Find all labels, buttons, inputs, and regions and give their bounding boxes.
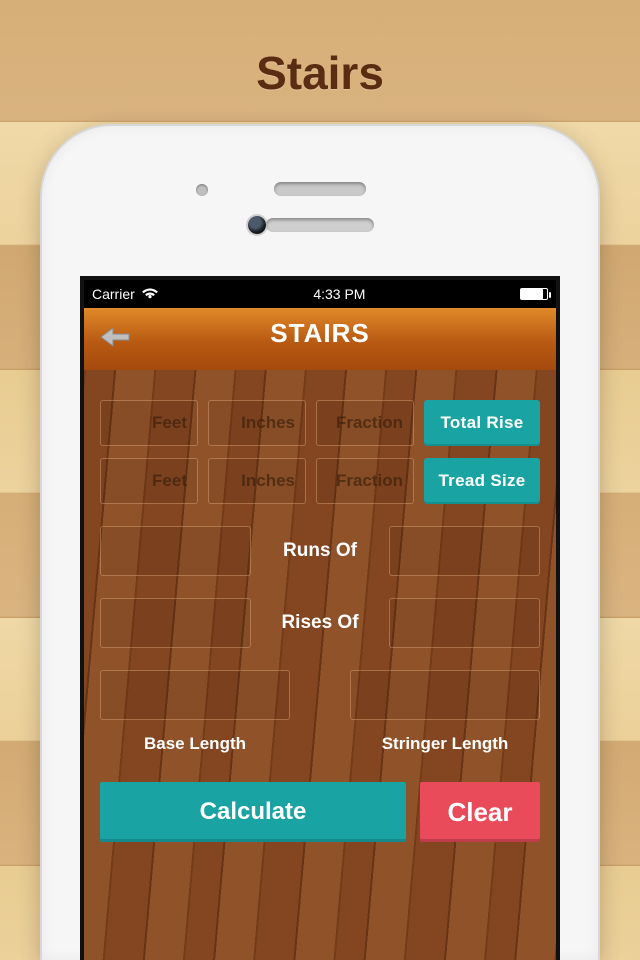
- phone-earpiece: [266, 218, 374, 232]
- content-area: Feet Inches Fraction Total Rise Feet Inc…: [84, 370, 556, 960]
- action-row: Calculate Clear: [100, 782, 540, 842]
- phone-camera: [248, 216, 266, 234]
- battery-icon: [520, 288, 548, 300]
- runs-count-output: [100, 526, 251, 576]
- tread-size-label: Tread Size: [424, 458, 540, 504]
- clear-button[interactable]: Clear: [420, 782, 540, 842]
- carrier-label: Carrier: [92, 286, 135, 302]
- phone-frame: Carrier 4:33 PM STAIRS: [42, 126, 598, 960]
- rises-of-row: Rises Of: [100, 598, 540, 648]
- runs-value-output: [389, 526, 540, 576]
- rises-count-output: [100, 598, 251, 648]
- promo-title: Stairs: [0, 0, 640, 100]
- total-rise-inches-input[interactable]: Inches: [208, 400, 306, 446]
- clock-label: 4:33 PM: [313, 286, 365, 302]
- length-outputs-row: [100, 670, 540, 720]
- stringer-length-label: Stringer Length: [350, 734, 540, 754]
- rises-of-label: Rises Of: [265, 612, 375, 634]
- length-labels-row: Base Length Stringer Length: [100, 734, 540, 754]
- app-header: STAIRS: [84, 308, 556, 370]
- rises-value-output: [389, 598, 540, 648]
- tread-size-inches-input[interactable]: Inches: [208, 458, 306, 504]
- total-rise-feet-input[interactable]: Feet: [100, 400, 198, 446]
- tread-size-row: Feet Inches Fraction Tread Size: [100, 458, 540, 504]
- calculate-button[interactable]: Calculate: [100, 782, 406, 842]
- page-background: Stairs Carrier 4:33 PM: [0, 0, 640, 960]
- runs-of-row: Runs Of: [100, 526, 540, 576]
- base-length-output: [100, 670, 290, 720]
- app-title: STAIRS: [84, 318, 556, 349]
- wifi-icon: [141, 286, 159, 302]
- total-rise-fraction-input[interactable]: Fraction: [316, 400, 414, 446]
- total-rise-label: Total Rise: [424, 400, 540, 446]
- phone-speaker: [274, 182, 366, 196]
- total-rise-row: Feet Inches Fraction Total Rise: [100, 400, 540, 446]
- status-bar: Carrier 4:33 PM: [84, 280, 556, 308]
- tread-size-feet-input[interactable]: Feet: [100, 458, 198, 504]
- base-length-label: Base Length: [100, 734, 290, 754]
- phone-screen: Carrier 4:33 PM STAIRS: [80, 276, 560, 960]
- tread-size-fraction-input[interactable]: Fraction: [316, 458, 414, 504]
- runs-of-label: Runs Of: [265, 540, 375, 562]
- phone-sensor-dot: [196, 184, 208, 196]
- stringer-length-output: [350, 670, 540, 720]
